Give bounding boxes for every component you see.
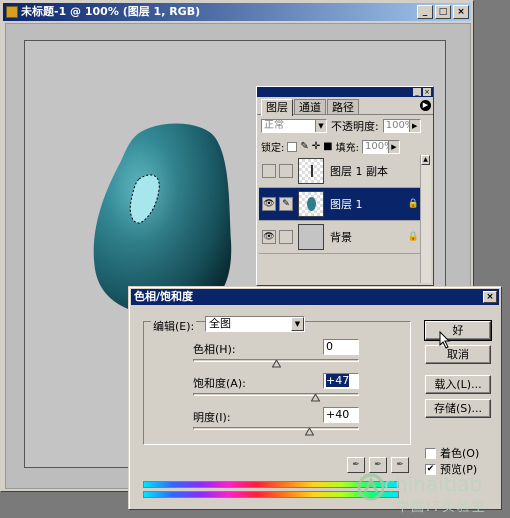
document-titlebar[interactable]: 未标题-1 @ 100% (图层 1, RGB) _ □ × <box>3 3 471 21</box>
blend-mode-select[interactable]: 正常 ▼ <box>261 119 327 133</box>
hue-slider-thumb[interactable] <box>272 360 281 368</box>
output-color-bar <box>143 491 399 498</box>
layer-name: 背景 <box>330 231 352 244</box>
saturation-slider-thumb[interactable] <box>311 394 320 402</box>
lock-all-icon[interactable]: ■ <box>323 141 332 152</box>
lock-icon: 🔒 <box>407 232 419 242</box>
layer-name: 图层 1 <box>330 198 363 211</box>
load-button[interactable]: 载入(L)... <box>425 375 491 394</box>
lock-move-icon[interactable]: ✛ <box>312 141 320 152</box>
layer-list: 图层 1 副本 👁 ✎ 图层 1 🔒 👁 背景 🔒 <box>259 155 423 283</box>
ok-button[interactable]: 好 <box>424 320 492 341</box>
eye-icon[interactable]: 👁 <box>262 197 276 211</box>
colorize-label: 着色(O) <box>440 447 480 460</box>
opacity-label: 不透明度: <box>331 120 379 133</box>
palette-menu-icon[interactable]: ▶ <box>420 100 431 111</box>
edit-label: 编辑(E): <box>151 318 197 334</box>
layer-thumbnail <box>298 191 324 217</box>
edit-select[interactable]: 全图 ▼ <box>205 316 305 332</box>
layer-thumbnail <box>298 158 324 184</box>
lightness-input[interactable]: +40 <box>323 407 359 423</box>
saturation-slider-track[interactable] <box>193 393 359 396</box>
link-toggle[interactable] <box>279 230 293 244</box>
minimize-button[interactable]: _ <box>417 5 433 19</box>
eyedropper-icon[interactable]: ✒ <box>347 457 365 473</box>
lock-transparency-icon[interactable] <box>287 141 298 152</box>
colorize-checkbox[interactable] <box>425 447 436 459</box>
saturation-label: 饱和度(A): <box>193 377 246 390</box>
mouse-cursor-icon <box>439 331 451 349</box>
hue-label: 色相(H): <box>193 343 236 356</box>
lightness-slider-track[interactable] <box>193 427 359 430</box>
maximize-button[interactable]: □ <box>435 5 451 19</box>
document-title: 未标题-1 @ 100% (图层 1, RGB) <box>21 5 201 18</box>
layer-thumbnail <box>298 224 324 250</box>
photoshop-icon <box>6 6 18 18</box>
saturation-input[interactable]: +47 <box>323 373 359 389</box>
preview-checkbox[interactable]: ✔ <box>425 463 436 475</box>
eyedropper-plus-icon[interactable]: ✒ <box>369 457 387 473</box>
lock-label: 锁定: <box>261 143 285 154</box>
lock-icon: 🔒 <box>407 199 419 209</box>
lock-brush-icon[interactable]: ✎ <box>300 141 308 152</box>
layers-palette: _ × 图层 通道 路径 ▶ 正常 ▼ 不透明度: 100% ▶ 锁定: ✎ ✛ ■… <box>256 86 434 286</box>
tab-channels[interactable]: 通道 <box>294 99 326 114</box>
preview-label: 预览(P) <box>440 463 478 476</box>
layer-name: 图层 1 副本 <box>330 165 388 178</box>
close-button[interactable]: × <box>483 291 497 303</box>
layer-scrollbar[interactable]: ▲ <box>420 155 431 283</box>
eyedropper-minus-icon[interactable]: ✒ <box>391 457 409 473</box>
palette-titlebar[interactable]: _ × <box>257 87 433 97</box>
fill-label: 填充: <box>335 143 359 154</box>
fill-input[interactable]: 100% ▶ <box>361 139 400 154</box>
colorize-option[interactable]: 着色(O) <box>425 445 479 461</box>
preview-option[interactable]: ✔ 预览(P) <box>425 461 477 477</box>
save-button[interactable]: 存储(S)... <box>425 399 491 418</box>
dialog-title: 色相/饱和度 <box>134 290 194 303</box>
tab-paths[interactable]: 路径 <box>327 99 359 114</box>
palette-minimize-icon[interactable]: _ <box>413 88 421 96</box>
brush-icon[interactable]: ✎ <box>279 197 293 211</box>
input-color-bar <box>143 481 399 488</box>
layer-row[interactable]: 图层 1 副本 <box>259 155 423 188</box>
layer-row-selected[interactable]: 👁 ✎ 图层 1 🔒 <box>259 188 423 221</box>
hue-saturation-dialog: 色相/饱和度 × 编辑(E): 全图 ▼ 色相(H): 0 饱和度(A): +47… <box>128 286 502 510</box>
link-toggle[interactable] <box>279 164 293 178</box>
palette-close-icon[interactable]: × <box>423 88 431 96</box>
close-button[interactable]: × <box>453 5 469 19</box>
lightness-label: 明度(I): <box>193 411 231 424</box>
hue-input[interactable]: 0 <box>323 339 359 355</box>
visibility-toggle[interactable] <box>262 164 276 178</box>
palette-tabs: 图层 通道 路径 ▶ <box>257 97 433 116</box>
lightness-slider-thumb[interactable] <box>305 428 315 436</box>
eye-icon[interactable]: 👁 <box>262 230 276 244</box>
opacity-input[interactable]: 100% ▶ <box>382 119 421 133</box>
layer-row[interactable]: 👁 背景 🔒 <box>259 221 423 254</box>
tab-layers[interactable]: 图层 <box>261 99 293 116</box>
dialog-titlebar[interactable]: 色相/饱和度 × <box>131 289 499 305</box>
cancel-button[interactable]: 取消 <box>425 345 491 364</box>
